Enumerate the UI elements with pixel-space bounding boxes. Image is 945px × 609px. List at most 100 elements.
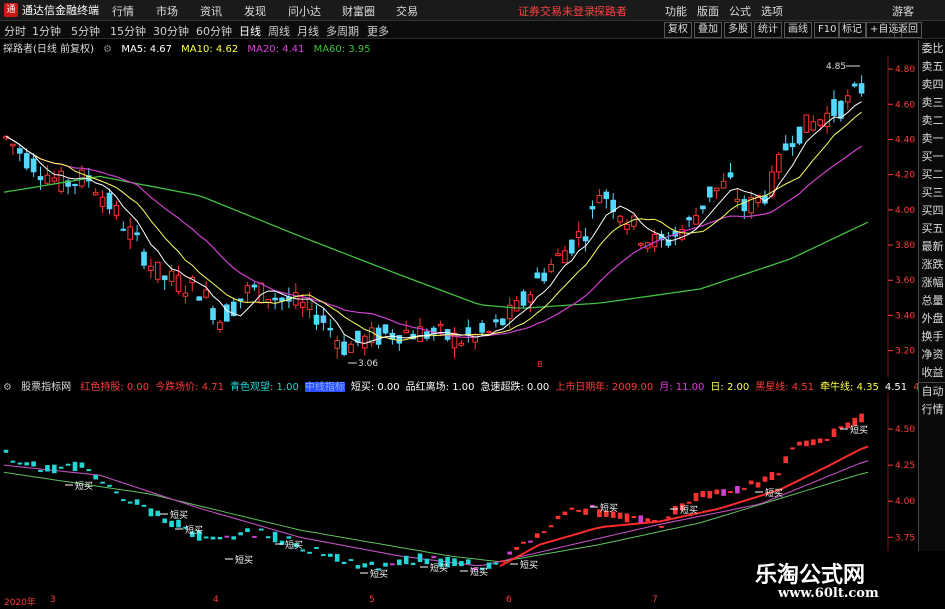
sidebar-field-18[interactable]: 收益 xyxy=(919,364,945,382)
tf-1min[interactable]: 1分钟 xyxy=(32,23,61,39)
sidebar-field-0[interactable]: 委比 xyxy=(919,40,945,58)
candle-body xyxy=(838,100,844,119)
tf-multi[interactable]: 多周期 xyxy=(326,23,359,39)
ind-green-line xyxy=(3,471,869,563)
ind-bar xyxy=(348,559,354,562)
guest-label[interactable]: 游客 xyxy=(892,3,914,19)
tf-30min[interactable]: 30分钟 xyxy=(153,23,189,39)
menu-caifuquan[interactable]: 财富圈 xyxy=(342,3,375,19)
ind-bar xyxy=(307,551,312,554)
menu-hangqing[interactable]: 行情 xyxy=(112,3,134,19)
candle-body xyxy=(44,174,51,184)
ind-tick-label-0: 4.50 xyxy=(895,425,915,435)
tool-biaoji[interactable]: 标记 xyxy=(838,22,866,38)
candle-body xyxy=(37,176,44,181)
settings-gear-icon[interactable]: ⚙ xyxy=(103,44,112,55)
candle-body xyxy=(534,272,541,279)
candle-body xyxy=(458,342,465,346)
candle-body xyxy=(327,327,334,331)
tool-huaxian[interactable]: 画线 xyxy=(784,22,812,38)
sidebar-field-5[interactable]: 卖一 xyxy=(919,130,945,148)
menu-jiaoyi[interactable]: 交易 xyxy=(396,3,418,19)
ind-bar xyxy=(521,541,526,544)
ind-bar xyxy=(127,501,133,504)
menu-gongshi[interactable]: 公式 xyxy=(729,3,751,19)
stock-name-link[interactable]: 探路者 xyxy=(594,3,627,19)
ind-tick-label-1: 4.25 xyxy=(895,461,915,471)
menu-xuanxiang[interactable]: 选项 xyxy=(761,3,783,19)
ind-bar xyxy=(762,476,768,482)
sidebar-field-13[interactable]: 涨幅 xyxy=(919,274,945,292)
ind-bar xyxy=(93,474,98,480)
sidebar-hangqing[interactable]: 行情 xyxy=(919,401,945,419)
sidebar-field-17[interactable]: 净资 xyxy=(919,346,945,364)
candle-body xyxy=(693,215,699,225)
buy-signal-label: 短买 xyxy=(185,524,203,536)
ind-bar xyxy=(728,491,733,494)
menu-banmian[interactable]: 版面 xyxy=(697,3,719,19)
zoom-icon[interactable]: ◇ xyxy=(857,55,864,57)
ind-bar xyxy=(742,487,747,490)
candle-body xyxy=(30,158,37,173)
sidebar-field-3[interactable]: 卖三 xyxy=(919,94,945,112)
tool-duogu[interactable]: 多股 xyxy=(724,22,752,38)
chart-title: 探路者(日线 前复权) xyxy=(3,44,94,55)
sidebar-field-11[interactable]: 最新 xyxy=(919,238,945,256)
ma60-line xyxy=(3,175,869,309)
tool-fuquan[interactable]: 复权 xyxy=(664,22,692,38)
tf-fenshi[interactable]: 分时 xyxy=(4,23,26,39)
indicator-name[interactable]: 股票指标网 xyxy=(21,382,71,392)
candle-body xyxy=(734,198,741,202)
candle-body xyxy=(845,95,851,103)
indicator-bar: ⚙ 股票指标网 红色持股: 0.00 今跌场价: 4.71 青色观望: 1.00 中线… xyxy=(0,378,918,392)
tool-tongji[interactable]: 统计 xyxy=(754,22,782,38)
sidebar-field-15[interactable]: 外盘 xyxy=(919,310,945,328)
tool-f10[interactable]: F10 xyxy=(814,22,841,38)
price-chart[interactable]: 4.80 4.60 4.40 4.20 4.00 3.80 3.60 3.40 3.20 4.8… xyxy=(0,55,918,377)
buy-signal-label: 短买 xyxy=(235,554,253,566)
tf-15min[interactable]: 15分钟 xyxy=(110,23,146,39)
candle-body xyxy=(148,265,154,272)
tool-fanhui[interactable]: 返回 xyxy=(894,22,922,38)
price-axis-labels: 4.80 4.60 4.40 4.20 4.00 3.80 3.60 3.40 3.20 xyxy=(895,65,915,357)
sidebar-field-10[interactable]: 买五 xyxy=(919,220,945,238)
tf-weekly[interactable]: 周线 xyxy=(268,23,290,39)
menu-shichang[interactable]: 市场 xyxy=(156,3,178,19)
menu-wenxiaoda[interactable]: 问小达 xyxy=(288,3,321,19)
sidebar-field-16[interactable]: 换手 xyxy=(919,328,945,346)
ind-bar xyxy=(583,508,588,515)
sidebar-auto[interactable]: 自动 xyxy=(919,383,945,401)
tf-daily[interactable]: 日线 xyxy=(239,23,261,39)
menu-gongneng[interactable]: 功能 xyxy=(665,3,687,19)
sidebar-field-8[interactable]: 买三 xyxy=(919,184,945,202)
tf-monthly[interactable]: 月线 xyxy=(297,23,319,39)
login-warning[interactable]: 证券交易未登录 xyxy=(518,3,595,19)
ind-bar xyxy=(265,536,271,539)
sidebar-field-6[interactable]: 买一 xyxy=(919,148,945,166)
tf-5min[interactable]: 5分钟 xyxy=(71,23,100,39)
ind-bar xyxy=(431,555,437,559)
sidebar-field-12[interactable]: 涨跌 xyxy=(919,256,945,274)
tool-diejia[interactable]: 叠加 xyxy=(694,22,722,38)
sidebar-field-7[interactable]: 买二 xyxy=(919,166,945,184)
ind-bar xyxy=(638,515,644,523)
ind-bar xyxy=(541,531,547,534)
candle-body xyxy=(789,143,796,148)
candle-body xyxy=(782,143,789,151)
tf-60min[interactable]: 60分钟 xyxy=(196,23,232,39)
indicator-value-0: 红色持股: 0.00 xyxy=(80,382,150,392)
ind-bar xyxy=(72,461,78,472)
sidebar-field-9[interactable]: 买四 xyxy=(919,202,945,220)
indicator-value-5: 品红离场: 1.00 xyxy=(405,382,475,392)
menu-faxian[interactable]: 发现 xyxy=(244,3,266,19)
candle-body xyxy=(196,296,202,301)
sidebar-field-14[interactable]: 总量 xyxy=(919,292,945,310)
candle-body xyxy=(810,121,817,131)
tf-more[interactable]: 更多 xyxy=(367,23,389,39)
indicator-gear-icon[interactable]: ⚙ xyxy=(3,382,12,392)
sidebar-field-4[interactable]: 卖二 xyxy=(919,112,945,130)
menu-zixun[interactable]: 资讯 xyxy=(200,3,222,19)
sidebar-field-1[interactable]: 卖五 xyxy=(919,58,945,76)
sidebar-field-2[interactable]: 卖四 xyxy=(919,76,945,94)
timeframe-toolbar: 分时 1分钟 5分钟 15分钟 30分钟 60分钟 日线 周线 月线 多周期 更… xyxy=(0,21,945,39)
